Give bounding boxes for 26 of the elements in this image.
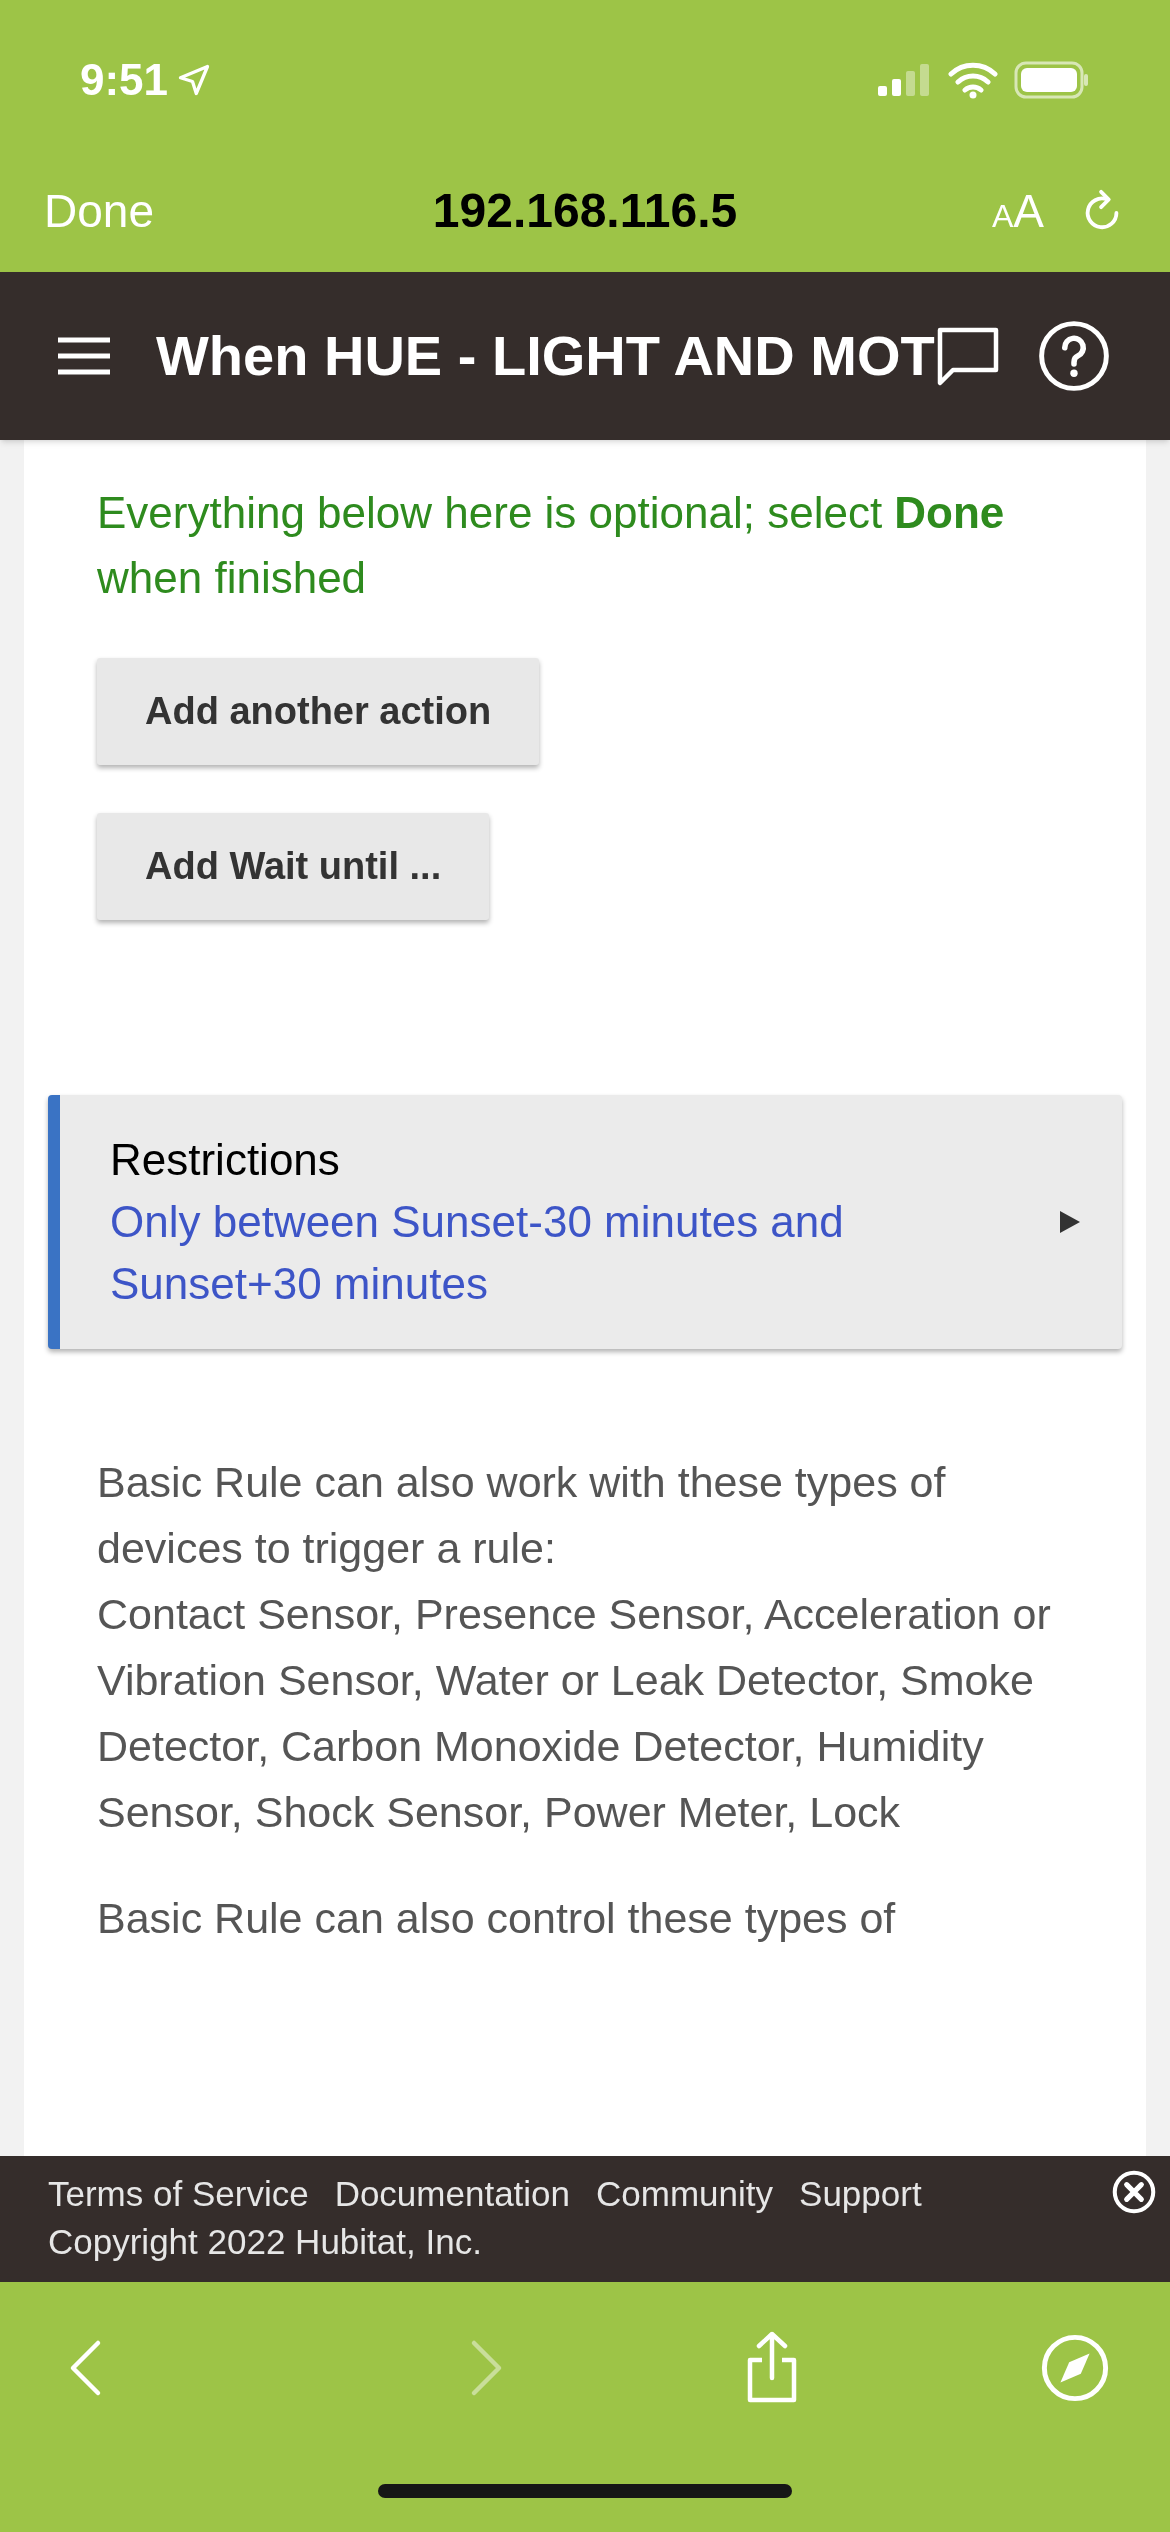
page-title: When HUE - LIGHT AND MOT (156, 323, 935, 389)
compass-icon[interactable] (1040, 2333, 1110, 2403)
help-icon[interactable] (1036, 319, 1111, 393)
footer-link[interactable]: Documentation (334, 2170, 571, 2218)
restrictions-value: Only between Sunset-30 minutes and Sunset+30 minutes (110, 1196, 845, 1310)
optional-notice: Everything below here is optional; select Done when finished (97, 487, 1006, 604)
action-button[interactable]: Add Wait until ... (97, 813, 490, 920)
copyright-text: Copyright 2022 Hubitat, Inc. (48, 2221, 483, 2263)
menu-icon[interactable] (56, 336, 112, 376)
restrictions-card[interactable]: Restrictions Only between Sunset-30 minutes and Sunset+30 minutes (48, 1095, 1122, 1349)
close-icon[interactable] (1112, 2170, 1156, 2214)
restrictions-title: Restrictions (110, 1134, 341, 1186)
address-text[interactable]: 192.168.116.5 (432, 175, 738, 247)
signal-icon (876, 62, 932, 98)
info-paragraph: Basic Rule can also work with these types of devices to trigger a rule: Contact Sensor, Presence Sensor, Acceleration or Vibration Sensor, Water or Leak Detector, Smoke Detector, Carbon Monoxide Detector, Humidity Sensor, Shock Sensor, Power Meter, Lock (97, 1457, 1052, 1838)
back-icon[interactable] (68, 2339, 102, 2397)
footer-link[interactable]: Community (596, 2170, 774, 2218)
wifi-icon (948, 61, 998, 99)
footer-link[interactable]: Support (799, 2170, 922, 2218)
status-time: 9:51 (80, 54, 169, 106)
info-paragraph: Basic Rule can also control these types of (97, 1893, 897, 1944)
battery-icon (1014, 61, 1090, 99)
forward-icon[interactable] (470, 2339, 504, 2397)
caret-icon (1058, 1209, 1082, 1235)
footer-link[interactable]: Terms of Service (48, 2170, 309, 2218)
action-button[interactable]: Add another action (97, 658, 540, 765)
